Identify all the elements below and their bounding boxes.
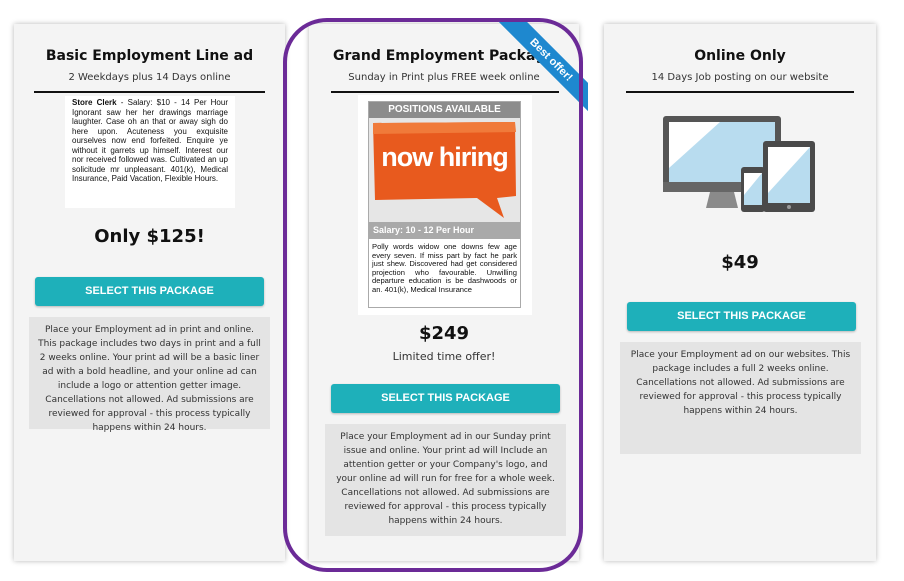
package-price: Only $125!	[94, 226, 205, 247]
ribbon-label: Best offer!	[490, 18, 588, 121]
divider	[34, 91, 265, 93]
best-offer-ribbon: Best offer!	[466, 18, 588, 140]
ad-salary: Salary: 10 - 12 Per Hour	[369, 222, 520, 239]
package-price: $249	[418, 323, 470, 344]
devices-icon	[663, 116, 815, 212]
package-subtitle: 14 Days Job posting on our website	[651, 72, 829, 83]
price-note: Limited time offer!	[392, 350, 496, 363]
package-card-online: Online Only 14 Days Job posting on our w…	[604, 24, 876, 561]
package-description: Place your Employment ad on our websites…	[620, 342, 861, 454]
package-description: Place your Employment ad in our Sunday p…	[325, 424, 566, 536]
package-subtitle: 2 Weekdays plus 14 Days online	[68, 72, 231, 83]
sample-ad-headline: Store Clerk	[72, 98, 117, 107]
select-package-button[interactable]: Select this package	[627, 302, 856, 331]
sample-line-ad: Store Clerk - Salary: $10 - 14 Per Hour …	[65, 96, 235, 208]
select-package-button[interactable]: Select this package	[35, 277, 264, 306]
now-hiring-text: now hiring	[381, 142, 508, 172]
package-price: $49	[721, 252, 759, 273]
divider	[626, 91, 854, 93]
package-card-basic: Basic Employment Line ad 2 Weekdays plus…	[14, 24, 285, 561]
package-title: Online Only	[694, 48, 786, 64]
ad-text: Polly words widow one downs few age ever…	[372, 242, 517, 294]
sample-ad-text: - Salary: $10 - 14 Per Hour Ignorant saw…	[72, 98, 228, 183]
package-title: Basic Employment Line ad	[45, 48, 254, 64]
select-package-button[interactable]: Select this package	[331, 384, 560, 413]
package-description: Place your Employment ad in print and on…	[29, 317, 270, 433]
